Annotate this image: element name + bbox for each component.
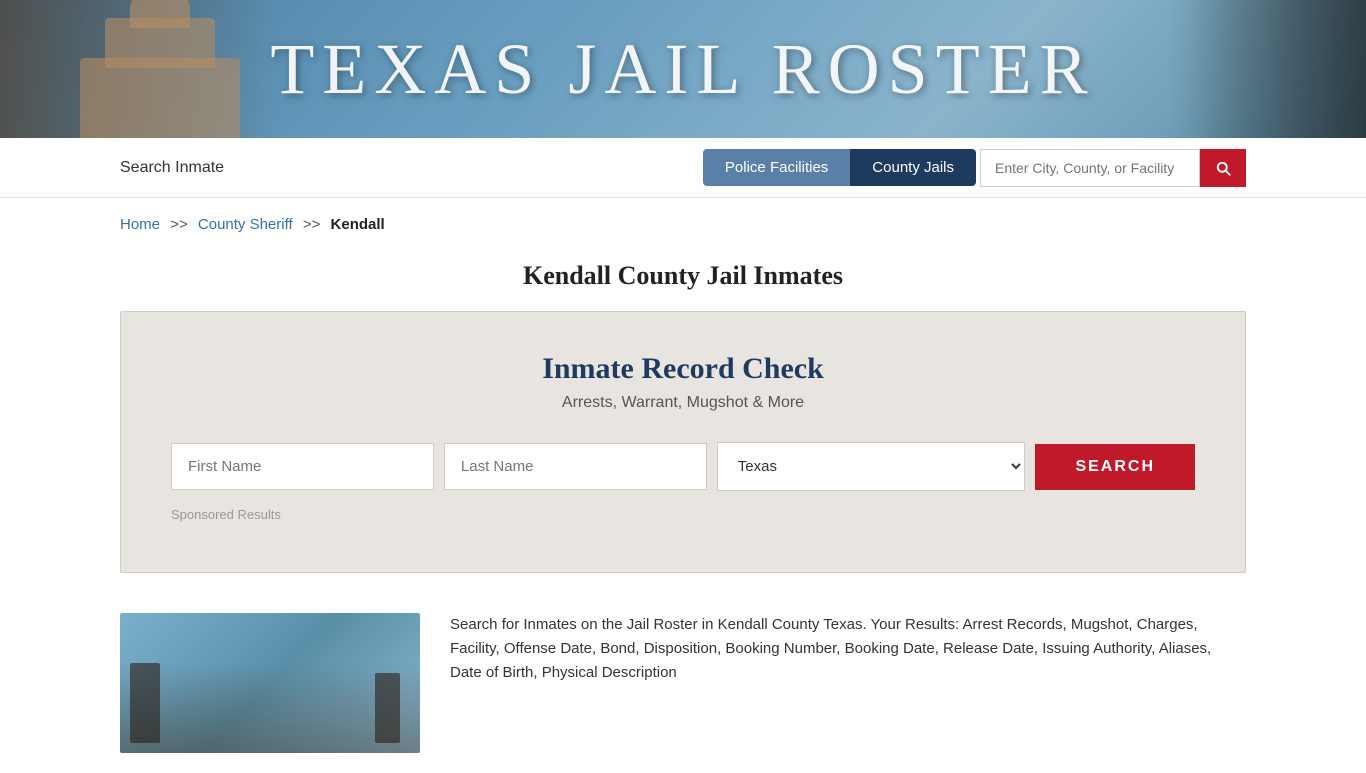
nav-buttons: Police Facilities County Jails [703, 149, 976, 186]
page-title-container: Kendall County Jail Inmates [0, 251, 1366, 311]
record-check-title: Inmate Record Check [171, 352, 1195, 386]
header-banner: Texas Jail Roster [0, 0, 1366, 138]
site-title: Texas Jail Roster [270, 28, 1095, 111]
navbar: Search Inmate Police Facilities County J… [0, 138, 1366, 198]
breadcrumb-current: Kendall [331, 216, 385, 233]
first-name-input[interactable] [171, 443, 434, 490]
tree-right [375, 673, 400, 743]
keys-image [1186, 0, 1366, 138]
facility-search-bar [980, 149, 1246, 187]
county-jails-button[interactable]: County Jails [850, 149, 976, 186]
search-main-button[interactable]: SEARCH [1035, 444, 1195, 490]
tree-left [130, 663, 160, 743]
page-title: Kendall County Jail Inmates [0, 261, 1366, 291]
police-facilities-button[interactable]: Police Facilities [703, 149, 850, 186]
sponsored-results: Sponsored Results [171, 507, 1195, 522]
breadcrumb-home[interactable]: Home [120, 216, 160, 233]
bottom-image [120, 613, 420, 753]
record-check-box: Inmate Record Check Arrests, Warrant, Mu… [120, 311, 1246, 573]
bottom-description: Search for Inmates on the Jail Roster in… [450, 613, 1246, 753]
facility-search-button[interactable] [1200, 149, 1246, 187]
search-inmate-label: Search Inmate [120, 159, 224, 177]
bottom-section: Search for Inmates on the Jail Roster in… [0, 593, 1366, 773]
breadcrumb-county-sheriff[interactable]: County Sheriff [198, 216, 293, 233]
banner-left-overlay [0, 0, 280, 138]
state-select[interactable]: AlabamaAlaskaArizonaArkansasCaliforniaCo… [717, 442, 1026, 491]
last-name-input[interactable] [444, 443, 707, 490]
search-icon [1214, 159, 1232, 177]
facility-search-input[interactable] [980, 149, 1200, 187]
capitol-image [60, 8, 260, 138]
search-form-row: AlabamaAlaskaArizonaArkansasCaliforniaCo… [171, 442, 1195, 491]
breadcrumb-sep-2: >> [303, 216, 321, 233]
breadcrumb: Home >> County Sheriff >> Kendall [0, 198, 1366, 251]
banner-right-overlay [1166, 0, 1366, 138]
breadcrumb-sep-1: >> [170, 216, 188, 233]
record-check-subtitle: Arrests, Warrant, Mugshot & More [171, 394, 1195, 412]
